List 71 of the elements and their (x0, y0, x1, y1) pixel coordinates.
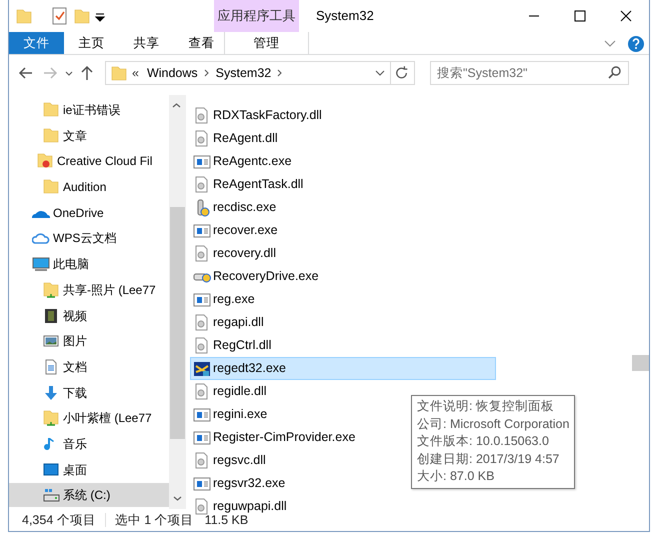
file-item[interactable]: recover.exe (190, 219, 496, 242)
file-item[interactable]: regedt32.exe (190, 357, 496, 380)
tooltip-line: 大小: 87.0 KB (417, 468, 496, 485)
nav-item[interactable]: 此电脑 (9, 252, 169, 276)
ribbon-tab[interactable]: 管理 (224, 32, 309, 54)
folder-icon (42, 126, 60, 145)
file-item[interactable]: ReAgentTask.dll (190, 173, 496, 196)
nav-item[interactable]: WPS云文档 (9, 226, 169, 250)
file-item[interactable]: recovery.dll (190, 242, 496, 265)
nav-item[interactable]: OneDrive (9, 200, 169, 225)
selection-size: 11.5 KB (204, 512, 248, 529)
breadcrumb[interactable]: Windows (146, 64, 198, 82)
nav-item[interactable]: 系统 (C:) (9, 483, 169, 508)
item-count: 4,354 个项目 (22, 512, 96, 529)
file-item[interactable]: regapi.dll (190, 311, 496, 334)
nav-item[interactable]: ie证书错误 (9, 98, 169, 122)
scrollbar[interactable] (169, 95, 186, 509)
context-tab-group: 应用程序工具 (214, 0, 299, 32)
app-window-icon (193, 474, 211, 492)
search-field[interactable]: 搜索"System32" (430, 61, 629, 85)
app-window-icon (193, 428, 211, 446)
app-window-icon (193, 222, 211, 240)
drive-icon (42, 486, 60, 504)
selection-count: 选中 1 个项目 (114, 512, 194, 529)
file-item[interactable]: recdisc.exe (190, 196, 496, 219)
nav-item[interactable]: 图片 (9, 329, 169, 354)
nav-item[interactable]: 共享-照片 (Lee77 (9, 278, 169, 302)
registry-icon (193, 360, 211, 378)
nav-item[interactable]: Creative Cloud Fil (9, 149, 169, 174)
pc-icon (32, 255, 50, 274)
window-title: System32 (316, 7, 374, 26)
ribbon-tab[interactable]: 主页 (64, 32, 119, 54)
download-icon (42, 384, 60, 402)
nav-item[interactable]: 小叶紫檀 (Lee77 (9, 406, 169, 430)
app-window-icon (193, 406, 211, 424)
tooltip-line: 公司: Microsoft Corporation (417, 416, 570, 433)
folder-icon (36, 152, 54, 170)
scrollbar-thumb[interactable] (632, 355, 649, 371)
maximize-icon (574, 10, 586, 22)
video-icon (42, 306, 60, 324)
nav-item[interactable]: 视频 (9, 304, 169, 328)
drive-shield-icon (193, 270, 211, 282)
nav-item[interactable]: 下载 (9, 380, 169, 405)
nav-item[interactable]: 文档 (9, 354, 169, 379)
nav-item[interactable]: Audition (9, 175, 169, 200)
scrollbar-thumb[interactable] (170, 207, 185, 439)
file-item[interactable]: RegCtrl.dll (190, 334, 496, 357)
nav-item[interactable]: 音乐 (9, 432, 169, 456)
file-item[interactable]: RecoveryDrive.exe (190, 265, 496, 288)
app-window-icon (193, 290, 211, 308)
tooltip-line: 创建日期: 2017/3/19 4:57 (417, 450, 560, 468)
breadcrumb-overflow[interactable]: « (132, 64, 139, 82)
close-icon (620, 10, 632, 22)
file-item[interactable]: reg.exe (190, 288, 496, 311)
search-icon[interactable] (607, 65, 623, 81)
nav-item[interactable]: 桌面 (9, 458, 169, 482)
breadcrumb[interactable]: System32 (216, 64, 272, 82)
folder-icon (42, 280, 60, 299)
address-bar[interactable]: « Windows System32 (105, 61, 415, 85)
folder-icon (42, 101, 60, 119)
tooltip-line: 文件版本: 10.0.15063.0 (417, 433, 550, 450)
folder-icon (42, 178, 60, 196)
ribbon-tab[interactable]: 文件 (9, 32, 64, 54)
file-item[interactable]: ReAgent.dll (190, 127, 496, 150)
tooltip-line: 文件说明: 恢复控制面板 (417, 398, 555, 415)
file-item[interactable]: RDXTaskFactory.dll (190, 104, 496, 127)
nav-item[interactable]: 文章 (9, 124, 169, 148)
file-item[interactable]: ReAgentc.exe (190, 150, 496, 173)
app-window-icon (193, 152, 211, 170)
folder-icon (42, 409, 60, 428)
ribbon-tab[interactable]: 共享 (119, 32, 174, 54)
